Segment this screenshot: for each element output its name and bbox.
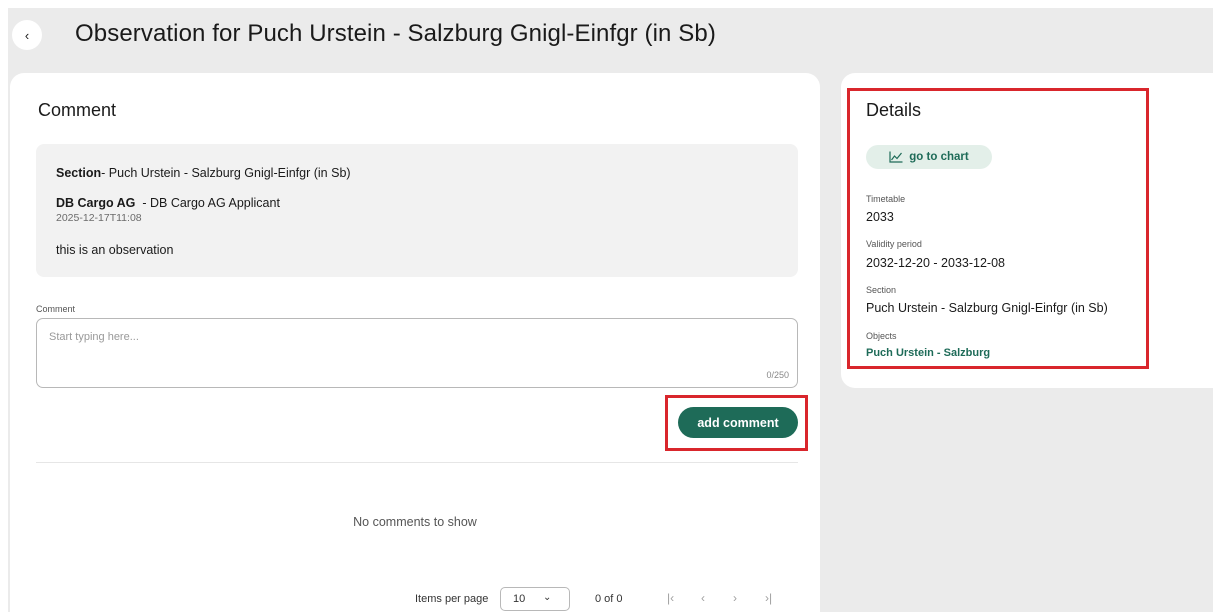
comment-field-label: Comment: [36, 304, 76, 314]
page-title: Observation for Puch Urstein - Salzburg …: [75, 20, 716, 47]
observation-box: Section- Puch Urstein - Salzburg Gnigl-E…: [36, 144, 798, 277]
observation-author: DB Cargo AG - DB Cargo AG Applicant: [56, 196, 280, 210]
timetable-value: 2033: [866, 210, 894, 224]
observation-timestamp: 2025-12-17T11:08: [56, 212, 142, 224]
empty-comments-message: No comments to show: [353, 515, 477, 529]
divider: [36, 462, 798, 463]
observation-text: this is an observation: [56, 243, 174, 257]
page-range-label: 0 of 0: [595, 593, 623, 605]
observation-section-value: - Puch Urstein - Salzburg Gnigl-Einfgr (…: [101, 166, 351, 180]
next-page-icon[interactable]: ›: [733, 591, 737, 605]
items-per-page-label: Items per page: [415, 593, 489, 605]
chevron-down-icon: ⌄: [543, 592, 552, 603]
observation-section: Section- Puch Urstein - Salzburg Gnigl-E…: [56, 166, 351, 180]
objects-link[interactable]: Puch Urstein - Salzburg: [866, 347, 990, 359]
comment-card: Comment Section- Puch Urstein - Salzburg…: [10, 73, 820, 612]
section-value: Puch Urstein - Salzburg Gnigl-Einfgr (in…: [866, 301, 1108, 315]
chevron-left-icon: ‹: [24, 27, 30, 43]
items-per-page-select[interactable]: 10 ⌄: [500, 587, 570, 611]
validity-period-value: 2032-12-20 - 2033-12-08: [866, 256, 1005, 270]
first-page-icon[interactable]: |‹: [667, 591, 674, 605]
details-card-heading: Details: [866, 100, 922, 120]
validity-period-label: Validity period: [866, 239, 922, 249]
comment-card-heading: Comment: [38, 100, 117, 120]
go-to-chart-label: go to chart: [909, 151, 969, 163]
observation-org-name: DB Cargo AG: [56, 196, 136, 210]
comment-input[interactable]: [37, 319, 797, 387]
observation-org-role: - DB Cargo AG Applicant: [142, 196, 280, 210]
last-page-icon[interactable]: ›|: [765, 591, 772, 605]
add-comment-button[interactable]: add comment: [678, 407, 798, 438]
page: ‹ Observation for Puch Urstein - Salzbur…: [8, 8, 1213, 612]
go-to-chart-button[interactable]: go to chart: [866, 145, 992, 169]
character-counter: 0/250: [766, 370, 789, 380]
previous-page-icon[interactable]: ‹: [701, 591, 705, 605]
back-button[interactable]: ‹: [12, 20, 42, 50]
highlight-box-details: [847, 88, 1149, 369]
objects-label: Objects: [866, 331, 897, 341]
details-card: Details go to chart Timetable 2033 Valid…: [841, 73, 1213, 388]
items-per-page-value: 10: [513, 593, 526, 605]
section-label: Section: [866, 285, 897, 295]
line-chart-icon: [889, 151, 903, 163]
observation-section-label: Section: [56, 166, 102, 180]
comment-field: 0/250: [36, 318, 798, 388]
timetable-label: Timetable: [866, 194, 906, 204]
